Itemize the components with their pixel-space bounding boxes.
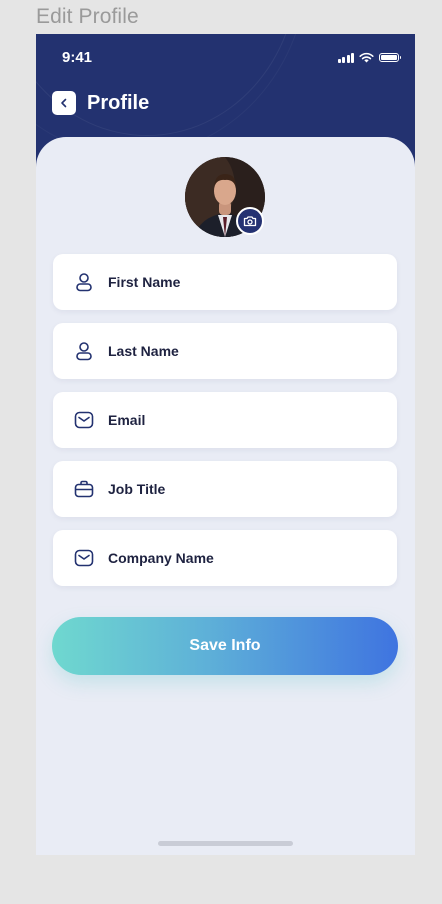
- briefcase-icon: [74, 479, 94, 499]
- mail-icon: [74, 548, 94, 568]
- field-label: Company Name: [108, 550, 214, 566]
- mail-icon: [74, 410, 94, 430]
- change-photo-button[interactable]: [236, 207, 264, 235]
- save-info-button[interactable]: Save Info: [52, 617, 398, 675]
- field-label: Email: [108, 412, 146, 428]
- company-name-field[interactable]: Company Name: [53, 530, 397, 586]
- status-time: 9:41: [62, 49, 93, 66]
- wifi-icon: [359, 52, 374, 63]
- user-icon: [74, 272, 94, 292]
- last-name-field[interactable]: Last Name: [53, 323, 397, 379]
- field-label: First Name: [108, 274, 181, 290]
- frame-label: Edit Profile: [36, 5, 139, 28]
- email-field[interactable]: Email: [53, 392, 397, 448]
- back-button[interactable]: [52, 91, 76, 115]
- chevron-left-icon: [61, 98, 67, 108]
- first-name-field[interactable]: First Name: [53, 254, 397, 310]
- field-label: Last Name: [108, 343, 179, 359]
- camera-icon: [243, 216, 257, 227]
- battery-icon: [379, 53, 401, 62]
- job-title-field[interactable]: Job Title: [53, 461, 397, 517]
- field-label: Job Title: [108, 481, 166, 497]
- phone-screen: 9:41 Profile First Name Last Name Email …: [36, 34, 415, 855]
- user-icon: [74, 341, 94, 361]
- status-icons: [337, 52, 401, 63]
- signal-icon: [337, 52, 354, 63]
- home-indicator: [158, 841, 293, 846]
- page-title: Profile: [87, 92, 150, 114]
